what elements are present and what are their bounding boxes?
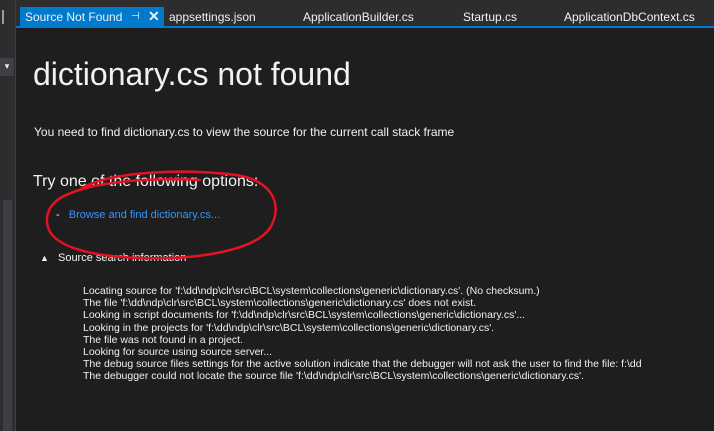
source-search-log: Locating source for 'f:\dd\ndp\clr\src\B… [83,285,714,383]
close-icon[interactable]: ✕ [148,6,160,26]
panel-edge-icon[interactable] [2,10,12,24]
source-search-label: Source search information [57,252,187,264]
log-line: The file was not found in a project. [83,333,243,346]
tab-appsettings-json[interactable]: appsettings.json [169,7,256,28]
tab-source-not-found[interactable]: Source Not Found ⊣ ✕ [20,7,164,28]
tab-label: ApplicationBuilder.cs [303,10,414,24]
browse-option: - Browse and find dictionary.cs... [56,209,220,221]
source-search-toggle[interactable]: ▲ Source search information [40,252,186,264]
log-line: Locating source for 'f:\dd\ndp\clr\src\B… [83,285,540,297]
tab-label: appsettings.json [169,10,256,24]
tab-startup-cs[interactable]: Startup.cs [463,7,517,28]
source-not-found-page: dictionary.cs not found You need to find… [16,28,714,431]
document-tab-bar: Source Not Found ⊣ ✕ appsettings.json Ap… [16,0,714,28]
tab-label: Startup.cs [463,10,518,24]
options-heading: Try one of the following options: [33,173,259,190]
tab-applicationbuilder-cs[interactable]: ApplicationBuilder.cs [303,7,414,28]
browse-and-find-link[interactable]: Browse and find dictionary.cs... [69,209,220,221]
log-line: Looking in script documents for 'f:\dd\n… [83,309,526,322]
chevron-down-icon[interactable]: ▾ [0,58,14,76]
collapse-caret-icon[interactable]: ▲ [40,253,49,263]
side-scrollbar[interactable] [3,200,12,431]
left-side-panel: ▾ [0,0,16,431]
bullet-dash: - [56,209,60,221]
log-line: The debug source files settings for the … [83,358,642,371]
pin-icon[interactable]: ⊣ [131,7,140,27]
tab-applicationdbcontext-cs[interactable]: ApplicationDbContext.cs [564,7,695,28]
tab-label: ApplicationDbContext.cs [564,10,695,24]
log-line: The debugger could not locate the source… [83,370,585,383]
tab-label: Source Not Found [25,10,123,24]
log-line: Looking for source using source server..… [83,346,273,359]
log-line: The file 'f:\dd\ndp\clr\src\BCL\system\c… [83,297,477,310]
page-description: You need to find dictionary.cs to view t… [34,125,455,139]
log-line: Looking in the projects for 'f:\dd\ndp\c… [83,321,495,334]
page-title: dictionary.cs not found [33,56,351,92]
